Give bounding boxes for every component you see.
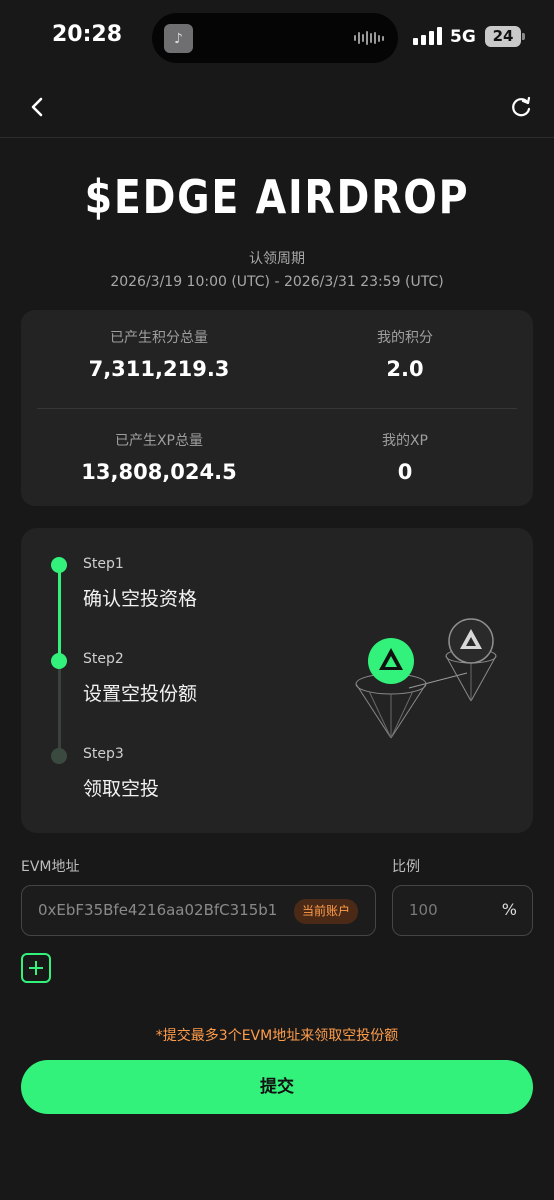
step2-title: 设置空投份额: [83, 683, 198, 705]
ratio-percent-unit: %: [501, 900, 517, 919]
ratio-label: 比例: [392, 859, 420, 875]
current-account-badge: 当前账户: [294, 899, 359, 924]
stats-divider: [37, 408, 517, 409]
page-title: $EDGE AIRDROP: [84, 170, 470, 224]
evm-address-label: EVM地址: [21, 859, 80, 875]
step3-number: Step3: [83, 746, 124, 762]
my-points-stat: 我的积分 2.0: [295, 327, 515, 381]
steps-card: Step1 确认空投资格 Step2 设置空投份额 Step3 领取空投: [21, 528, 533, 833]
evm-address-input[interactable]: 0xEbF35Bfe4216aa02BfC315b1 当前账户: [21, 885, 376, 936]
total-points-stat: 已产生积分总量 7,311,219.3: [49, 327, 269, 381]
submit-note: *提交最多3个EVM地址来领取空投份额: [155, 1028, 399, 1044]
ratio-placeholder: 100: [409, 901, 438, 919]
submit-button[interactable]: 提交: [21, 1060, 533, 1114]
ratio-input[interactable]: 100 %: [392, 885, 533, 936]
my-points-label: 我的积分: [377, 330, 433, 346]
claim-period-label: 认领周期: [249, 251, 305, 267]
airdrop-illustration-icon: [355, 618, 497, 739]
status-bar: 20:28 ♪ 5G 24: [0, 0, 554, 76]
step3-title: 领取空投: [83, 778, 160, 800]
my-xp-stat: 我的XP 0: [295, 430, 515, 484]
my-xp-value: 0: [397, 460, 413, 484]
stats-card: 已产生积分总量 7,311,219.3 我的积分 2.0 已产生XP总量 13,…: [21, 310, 533, 506]
total-xp-stat: 已产生XP总量 13,808,024.5: [49, 430, 269, 484]
step1-title: 确认空投资格: [83, 588, 198, 610]
progress-line-inactive: [58, 661, 61, 757]
dynamic-island: ♪: [152, 13, 398, 63]
chevron-left-icon: [31, 97, 43, 117]
total-points-label: 已产生积分总量: [110, 330, 208, 346]
my-xp-label: 我的XP: [381, 433, 429, 449]
refresh-icon: [512, 96, 531, 117]
evm-address-value: 0xEbF35Bfe4216aa02BfC315b1: [38, 901, 278, 919]
status-time: 20:28: [52, 22, 123, 47]
total-points-value: 7,311,219.3: [88, 357, 230, 381]
waveform-icon: [354, 31, 384, 45]
progress-line-active: [58, 565, 61, 661]
step1-dot: [51, 557, 67, 573]
signal-icon: [413, 27, 442, 45]
my-points-value: 2.0: [386, 357, 424, 381]
claim-period-range: 2026/3/19 10:00 (UTC) - 2026/3/31 23:59 …: [110, 274, 444, 290]
step2-number: Step2: [83, 651, 124, 667]
step1-number: Step1: [83, 556, 124, 572]
step2-dot: [51, 653, 67, 669]
music-app-icon: ♪: [164, 24, 193, 53]
add-address-button[interactable]: [21, 953, 51, 983]
back-button[interactable]: [22, 92, 52, 122]
step3-dot: [51, 748, 67, 764]
total-xp-label: 已产生XP总量: [114, 433, 204, 449]
refresh-button[interactable]: [506, 92, 536, 122]
total-xp-value: 13,808,024.5: [81, 460, 237, 484]
network-type: 5G: [450, 27, 476, 47]
battery-icon: 24: [485, 26, 525, 47]
nav-bar: [0, 76, 554, 138]
